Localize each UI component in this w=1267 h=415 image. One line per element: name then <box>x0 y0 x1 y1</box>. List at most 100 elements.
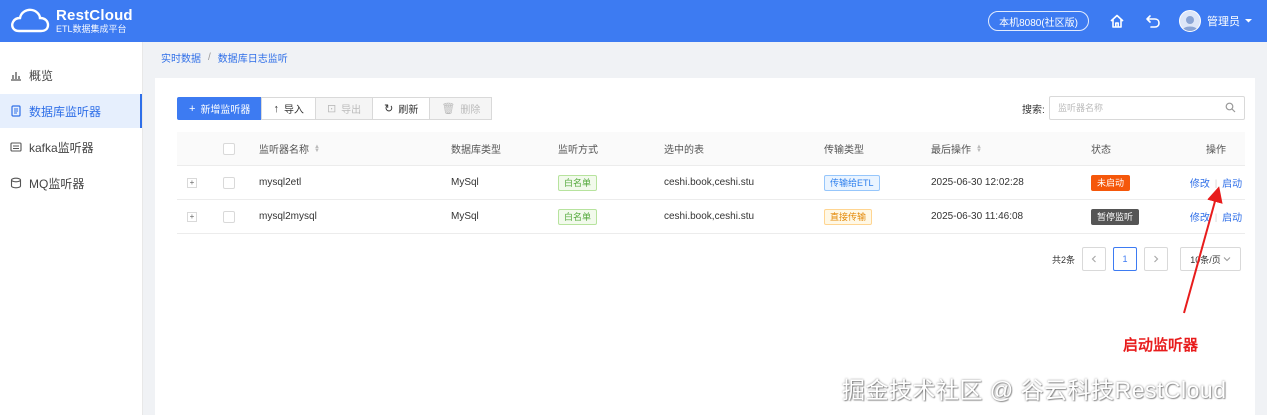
sidebar: 概览 数据库监听器 kafka监听器 MQ监听器 <box>0 42 143 415</box>
selected-tables: ceshi.book,ceshi.stu <box>664 177 755 188</box>
table-row: + mysql2mysql MySql 白名单 ceshi.book,ceshi… <box>177 200 1245 234</box>
expand-row-button[interactable]: + <box>187 177 197 188</box>
sidebar-item-mq-listener[interactable]: MQ监听器 <box>0 166 142 200</box>
database-icon <box>10 177 22 189</box>
column-header-status: 状态 <box>1091 145 1111 156</box>
trash-icon: 🗑 <box>441 103 456 115</box>
edit-link[interactable]: 修改 <box>1190 209 1210 224</box>
start-link[interactable]: 启动 <box>1222 209 1242 224</box>
expand-row-button[interactable]: + <box>187 211 197 222</box>
sidebar-item-label: 概览 <box>29 68 54 83</box>
breadcrumb: 实时数据 / 数据库日志监听 <box>143 42 1267 72</box>
table-row: + mysql2etl MySql 白名单 ceshi.book,ceshi.s… <box>177 166 1245 200</box>
chevron-left-icon <box>1091 255 1096 263</box>
watermark: 掘金技术社区 @ 谷云科技RestCloud <box>842 377 1227 403</box>
add-listener-button[interactable]: + 新增监听器 <box>177 97 263 120</box>
list-icon <box>10 141 22 153</box>
action-divider: | <box>1214 211 1218 222</box>
next-page-button[interactable] <box>1144 247 1169 271</box>
main-content: + 新增监听器 ↑ 导入 ⊡ 导出 ↻ 刷新 🗑 删除 搜索: 监听器名称 监听… <box>155 78 1255 415</box>
import-button[interactable]: ↑ 导入 <box>261 97 316 120</box>
transfer-type-tag: 直接传输 <box>824 208 873 225</box>
brand-subtitle: ETL数据集成平台 <box>56 23 127 34</box>
breadcrumb-item-realtime[interactable]: 实时数据 <box>161 50 201 65</box>
brand-title: RestCloud <box>56 6 133 24</box>
chevron-right-icon <box>1154 255 1159 263</box>
user-menu[interactable]: 管理员 <box>1207 13 1240 29</box>
mode-tag: 白名单 <box>558 174 598 191</box>
plus-icon: + <box>189 102 196 115</box>
page-size-select[interactable]: 10条/页 <box>1180 247 1242 271</box>
listener-name: mysql2mysql <box>259 211 317 222</box>
export-button[interactable]: ⊡ 导出 <box>314 97 374 120</box>
sidebar-item-label: kafka监听器 <box>29 140 94 155</box>
pagination: 共2条 1 10条/页 <box>1052 247 1242 271</box>
prev-page-button[interactable] <box>1082 247 1107 271</box>
listener-name: mysql2etl <box>259 177 302 188</box>
search-label: 搜索: <box>1022 105 1045 116</box>
sort-icon[interactable]: ▲ ▼ <box>976 144 982 154</box>
column-header-name[interactable]: 监听器名称 ▲ ▼ <box>259 141 451 157</box>
brand-logo[interactable]: RestCloud ETL数据集成平台 <box>10 7 133 35</box>
column-header-db-type: 数据库类型 <box>451 145 501 156</box>
header-label: 监听器名称 <box>259 145 309 156</box>
sidebar-item-label: MQ监听器 <box>29 176 85 191</box>
row-checkbox[interactable] <box>223 210 235 223</box>
column-header-tables: 选中的表 <box>664 145 704 156</box>
selected-tables: ceshi.book,ceshi.stu <box>664 211 755 222</box>
toolbar: + 新增监听器 ↑ 导入 ⊡ 导出 ↻ 刷新 🗑 删除 <box>177 97 493 120</box>
last-operation-time: 2025-06-30 12:02:28 <box>931 177 1024 188</box>
search-icon[interactable] <box>1225 102 1236 116</box>
refresh-label: 刷新 <box>398 105 419 116</box>
chevron-down-icon <box>1223 257 1231 262</box>
annotation-text: 启动监听器 <box>1123 337 1199 354</box>
action-divider: | <box>1214 177 1218 188</box>
sidebar-item-label: 数据库监听器 <box>29 104 102 119</box>
refresh-icon: ↻ <box>384 103 394 115</box>
column-header-actions: 操作 <box>1206 145 1226 156</box>
column-header-last-op[interactable]: 最后操作 ▲ ▼ <box>931 141 1091 157</box>
document-icon <box>10 105 22 117</box>
home-icon[interactable] <box>1107 11 1127 31</box>
arrow-up-icon: ↑ <box>273 102 279 115</box>
chevron-down-icon[interactable] <box>1244 14 1253 28</box>
sort-icon[interactable]: ▲ ▼ <box>314 144 320 154</box>
delete-button[interactable]: 🗑 删除 <box>429 97 493 120</box>
column-header-transfer-type: 传输类型 <box>824 145 864 156</box>
export-label: 导出 <box>341 105 362 116</box>
breadcrumb-separator: / <box>208 51 211 63</box>
delete-label: 删除 <box>460 105 481 116</box>
sidebar-item-overview[interactable]: 概览 <box>0 58 142 92</box>
top-header: RestCloud ETL数据集成平台 本机8080(社区版) 管理员 <box>0 0 1267 42</box>
transfer-type-tag: 传输给ETL <box>824 174 880 191</box>
export-icon: ⊡ <box>326 103 337 115</box>
breadcrumb-item-db-log-monitor[interactable]: 数据库日志监听 <box>218 50 288 65</box>
back-icon[interactable] <box>1143 11 1163 31</box>
cloud-logo-icon <box>10 7 50 35</box>
db-type: MySql <box>451 211 479 222</box>
row-checkbox[interactable] <box>223 176 235 189</box>
select-all-checkbox[interactable] <box>223 142 235 155</box>
table-header-row: 监听器名称 ▲ ▼ 数据库类型 监听方式 选中的表 传输类型 最后操作 ▲ ▼ 状态… <box>177 132 1245 166</box>
sidebar-item-db-listener[interactable]: 数据库监听器 <box>0 94 142 128</box>
search-input[interactable] <box>1058 103 1218 113</box>
edit-link[interactable]: 修改 <box>1190 175 1210 190</box>
status-badge: 暂停监听 <box>1091 208 1140 225</box>
bar-chart-icon <box>10 69 22 81</box>
sidebar-item-kafka-listener[interactable]: kafka监听器 <box>0 130 142 164</box>
add-listener-label: 新增监听器 <box>200 105 251 116</box>
avatar[interactable] <box>1179 10 1201 32</box>
environment-badge[interactable]: 本机8080(社区版) <box>988 11 1089 31</box>
page-number-button[interactable]: 1 <box>1113 247 1138 271</box>
start-link[interactable]: 启动 <box>1222 175 1242 190</box>
page-size-label: 10条/页 <box>1190 254 1221 265</box>
search-box <box>1049 96 1245 120</box>
header-label: 最后操作 <box>931 145 971 156</box>
import-label: 导入 <box>283 105 304 116</box>
refresh-button[interactable]: ↻ 刷新 <box>372 97 431 120</box>
status-badge: 未启动 <box>1091 174 1131 191</box>
db-type: MySql <box>451 177 479 188</box>
listener-table: 监听器名称 ▲ ▼ 数据库类型 监听方式 选中的表 传输类型 最后操作 ▲ ▼ 状态… <box>177 132 1245 234</box>
total-count: 共2条 <box>1052 254 1076 265</box>
column-header-mode: 监听方式 <box>558 145 598 156</box>
